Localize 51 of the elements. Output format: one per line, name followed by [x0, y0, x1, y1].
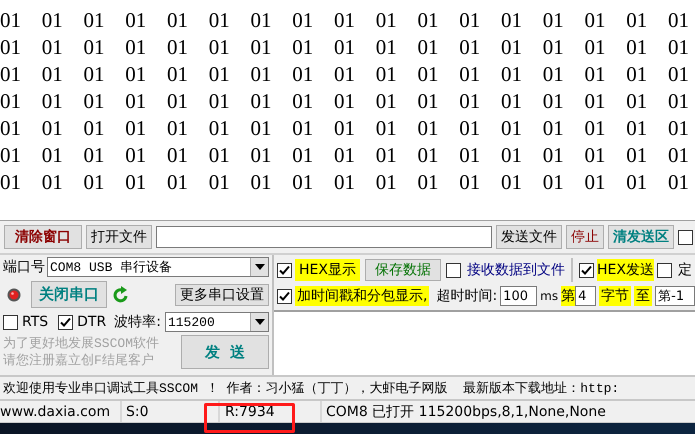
- byte-unit-label: 字节: [599, 286, 632, 306]
- received-data-line: 01 01 01 01 01 01 01 01 01 01 01 01 01 01 01 01 01: [0, 34, 689, 61]
- timeout-field[interactable]: 100: [500, 286, 538, 306]
- checkbox-label: 接收数据到文件: [466, 261, 565, 279]
- checkbox[interactable]: [678, 230, 693, 244]
- more-settings-button[interactable]: 更多串口设置: [175, 284, 269, 306]
- stop-button[interactable]: 停止: [566, 225, 604, 249]
- checkbox-label: DTR: [77, 314, 106, 330]
- received-data-line: 01 01 01 01 01 01 01 01 01 01 01 01 01 01 01 01 01: [0, 88, 689, 115]
- send-text-area[interactable]: [274, 310, 695, 375]
- notice-text: 请您注册嘉立创F结尾客户: [3, 352, 155, 369]
- checkbox-label: 加时间戳和分包显示,: [295, 286, 430, 306]
- checkbox-label: 定: [678, 261, 692, 279]
- byte-to-label: 至: [634, 286, 652, 306]
- file-path-field[interactable]: [156, 226, 492, 248]
- checkbox[interactable]: [656, 262, 672, 278]
- baud-rate-dropdown[interactable]: 115200: [164, 312, 269, 332]
- send-button[interactable]: 发 送: [181, 335, 269, 369]
- status-led-icon: [7, 288, 21, 302]
- port-label: 端口号: [3, 258, 45, 276]
- received-data-line: 01 01 01 01 01 01 01 01 01 01 01 01 01 01 01 01 01: [0, 61, 689, 88]
- save-data-button[interactable]: 保存数据: [364, 259, 441, 281]
- checkbox[interactable]: [3, 314, 18, 330]
- refresh-icon[interactable]: [113, 286, 129, 303]
- checkbox[interactable]: [277, 288, 292, 304]
- received-data-line: 01 01 01 01 01 01 01 01 01 01 01 01 01 01 01 01 01: [0, 115, 689, 142]
- close-port-button[interactable]: 关闭串口: [31, 281, 107, 308]
- unit-label: ms: [540, 289, 558, 303]
- received-data-line: 01 01 01 01 01 01 01 01 01 01 01 01 01 01 01 01 01: [0, 7, 689, 34]
- checkbox[interactable]: [58, 314, 74, 330]
- baud-rate-label: 波特率:: [114, 313, 161, 331]
- checkbox-label: HEX显示: [295, 259, 360, 281]
- notice-text: 为了更好地发展SSCOM软件: [3, 335, 160, 352]
- checkbox-label: RTS: [22, 314, 48, 330]
- byte-from-label: 第: [561, 286, 576, 306]
- checkbox[interactable]: [277, 262, 292, 278]
- timeout-label: 超时时间:: [436, 287, 498, 305]
- status-text: COM8 已打开 115200bps,8,1,None,None: [325, 402, 607, 422]
- received-data-line: 01 01 01 01 01 01 01 01 01 01 01 01 01 01 01 01 01: [0, 169, 689, 196]
- received-data-line: 01 01 01 01 01 01 01 01 01 01 01 01 01 01 01 01 01: [0, 142, 689, 169]
- open-file-button[interactable]: 打开文件: [86, 225, 152, 249]
- checkbox[interactable]: [578, 262, 594, 278]
- clear-send-button[interactable]: 清发送区: [608, 225, 674, 249]
- byte-from-field[interactable]: 4: [575, 286, 596, 306]
- clear-window-button[interactable]: 清除窗口: [4, 225, 82, 249]
- checkbox[interactable]: [446, 262, 461, 278]
- send-file-button[interactable]: 发送文件: [496, 225, 562, 249]
- port-dropdown[interactable]: COM8 USB 串行设备: [47, 257, 269, 277]
- marquee-text: 欢迎使用专业串口调试工具SSCOM ！ 作者：习小猛（丁丁），大虾电子网版 最新版本下载地址：http:: [3, 380, 620, 397]
- checkbox-label: HEX发送: [596, 259, 654, 281]
- byte-to-field[interactable]: 第-1: [655, 286, 695, 306]
